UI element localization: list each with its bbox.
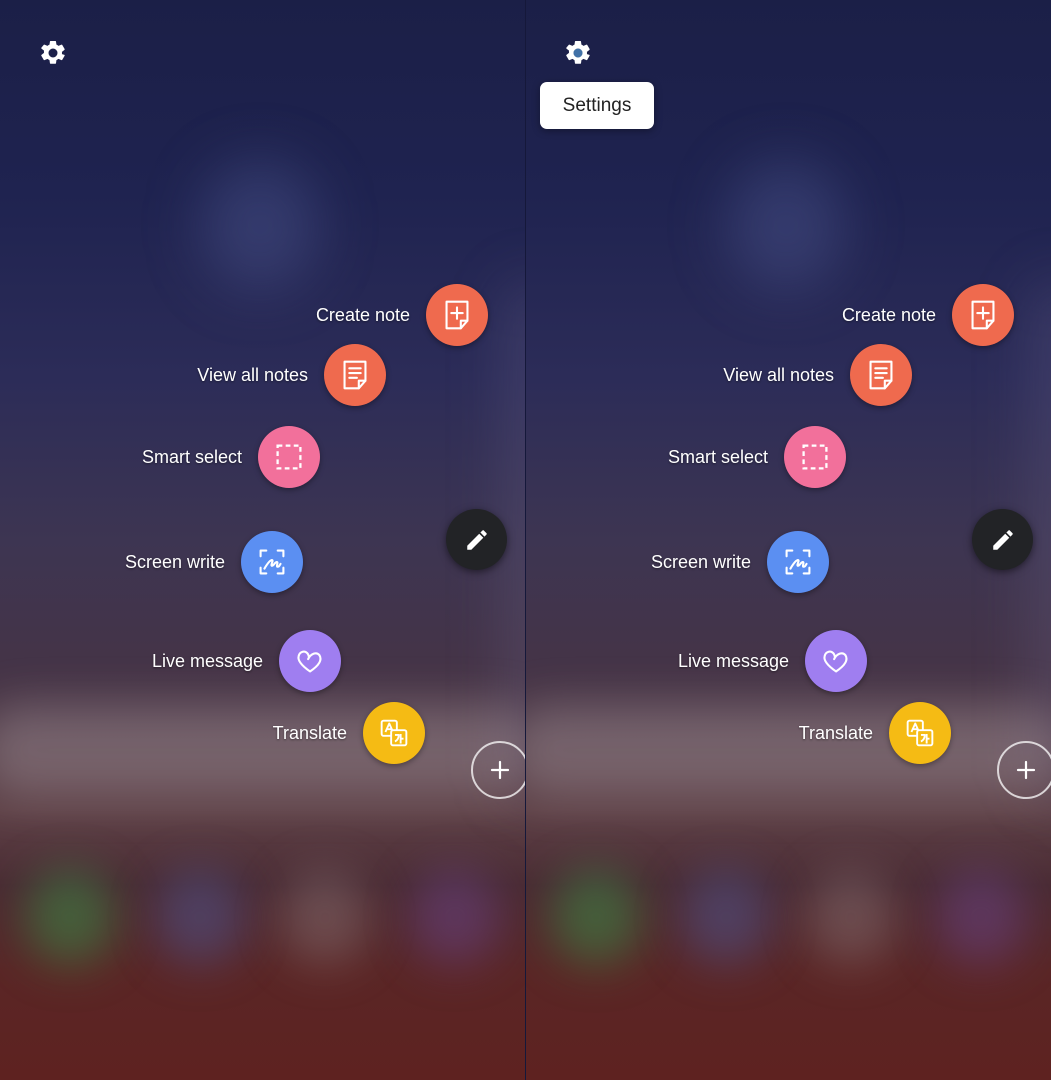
- blurred-dock: [526, 870, 1051, 980]
- menu-item-label: Smart select: [667, 446, 768, 467]
- gear-icon[interactable]: [563, 38, 593, 68]
- wallpaper-band: [0, 705, 525, 795]
- menu-item-label: View all notes: [723, 364, 834, 385]
- live-message-icon[interactable]: [279, 630, 341, 692]
- smart-select-icon[interactable]: [784, 426, 846, 488]
- plus-icon[interactable]: [471, 741, 525, 799]
- pen-icon[interactable]: [972, 509, 1033, 570]
- menu-item-view-all-notes[interactable]: View all notes: [197, 344, 386, 406]
- menu-item-label: Translate: [798, 722, 873, 743]
- menu-item-view-all-notes[interactable]: View all notes: [723, 344, 912, 406]
- wallpaper-blur: [200, 160, 320, 290]
- menu-item-translate[interactable]: Translate: [799, 702, 951, 764]
- screen-write-icon[interactable]: [767, 531, 829, 593]
- menu-item-label: Create note: [315, 304, 410, 325]
- view-notes-icon[interactable]: [850, 344, 912, 406]
- menu-item-live-message[interactable]: Live message: [678, 630, 867, 692]
- blurred-dock: [0, 870, 525, 980]
- menu-item-label: Live message: [677, 650, 789, 671]
- menu-item-translate[interactable]: Translate: [273, 702, 425, 764]
- menu-item-screen-write[interactable]: Screen write: [651, 531, 829, 593]
- menu-item-label: Screen write: [650, 551, 751, 572]
- blurred-app: [410, 870, 500, 965]
- air-command-screen-1: Create note View all notes Smart select …: [0, 0, 525, 1080]
- create-note-icon[interactable]: [426, 284, 488, 346]
- menu-item-label: Live message: [151, 650, 263, 671]
- screens: Create note View all notes Smart select …: [0, 0, 1051, 1080]
- menu-item-smart-select[interactable]: Smart select: [668, 426, 846, 488]
- blurred-app: [551, 870, 641, 965]
- menu-item-smart-select[interactable]: Smart select: [142, 426, 320, 488]
- plus-icon[interactable]: [997, 741, 1051, 799]
- settings-tooltip: Settings: [540, 82, 654, 129]
- blurred-app: [681, 870, 771, 965]
- air-command-screen-2: Settings Create note View all notes Smar…: [526, 0, 1051, 1080]
- blurred-app: [936, 870, 1026, 965]
- translate-icon[interactable]: [889, 702, 951, 764]
- blurred-app: [280, 870, 370, 965]
- wallpaper-blur: [726, 160, 846, 290]
- blurred-app: [155, 870, 245, 965]
- create-note-icon[interactable]: [952, 284, 1014, 346]
- translate-icon[interactable]: [363, 702, 425, 764]
- blurred-app: [806, 870, 896, 965]
- wallpaper-band: [526, 705, 1051, 795]
- menu-item-label: Screen write: [124, 551, 225, 572]
- blurred-app: [25, 870, 115, 965]
- menu-item-create-note[interactable]: Create note: [316, 284, 488, 346]
- menu-item-screen-write[interactable]: Screen write: [125, 531, 303, 593]
- menu-item-live-message[interactable]: Live message: [152, 630, 341, 692]
- menu-item-label: Smart select: [141, 446, 242, 467]
- screen-write-icon[interactable]: [241, 531, 303, 593]
- menu-item-label: Create note: [841, 304, 936, 325]
- pen-icon[interactable]: [446, 509, 507, 570]
- view-notes-icon[interactable]: [324, 344, 386, 406]
- gear-icon[interactable]: [38, 38, 68, 68]
- menu-item-label: Translate: [272, 722, 347, 743]
- live-message-icon[interactable]: [805, 630, 867, 692]
- menu-item-label: View all notes: [197, 364, 308, 385]
- menu-item-create-note[interactable]: Create note: [842, 284, 1014, 346]
- smart-select-icon[interactable]: [258, 426, 320, 488]
